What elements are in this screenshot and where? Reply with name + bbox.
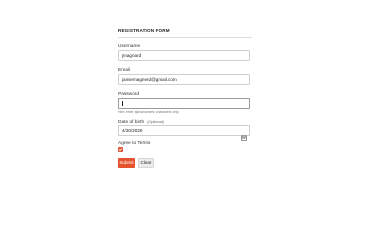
agree-checkbox[interactable]: [118, 147, 123, 152]
username-value: jmagnard: [122, 52, 142, 58]
username-field[interactable]: jmagnard: [118, 50, 250, 61]
clear-button[interactable]: Clear: [138, 158, 154, 168]
form-title: REGISTRATION FORM: [118, 28, 252, 38]
dob-optional: (Optional): [147, 120, 164, 124]
text-caret: [122, 101, 123, 106]
email-field[interactable]: jamiemagnerd@gmail.com: [118, 74, 250, 85]
checkmark-icon: [118, 148, 123, 152]
password-field[interactable]: [118, 98, 250, 109]
registration-form: REGISTRATION FORM Username jmagnard Emai…: [118, 28, 252, 168]
email-value: jamiemagnerd@gmail.com: [122, 76, 177, 82]
form-actions: Submit Clear: [118, 158, 252, 168]
agree-label: Agree to Terms: [118, 141, 151, 146]
dob-field[interactable]: 4/30/2020: [118, 125, 250, 141]
dob-value: 4/30/2020: [122, 127, 143, 133]
submit-button[interactable]: Submit: [118, 158, 135, 168]
calendar-icon[interactable]: [241, 128, 247, 141]
